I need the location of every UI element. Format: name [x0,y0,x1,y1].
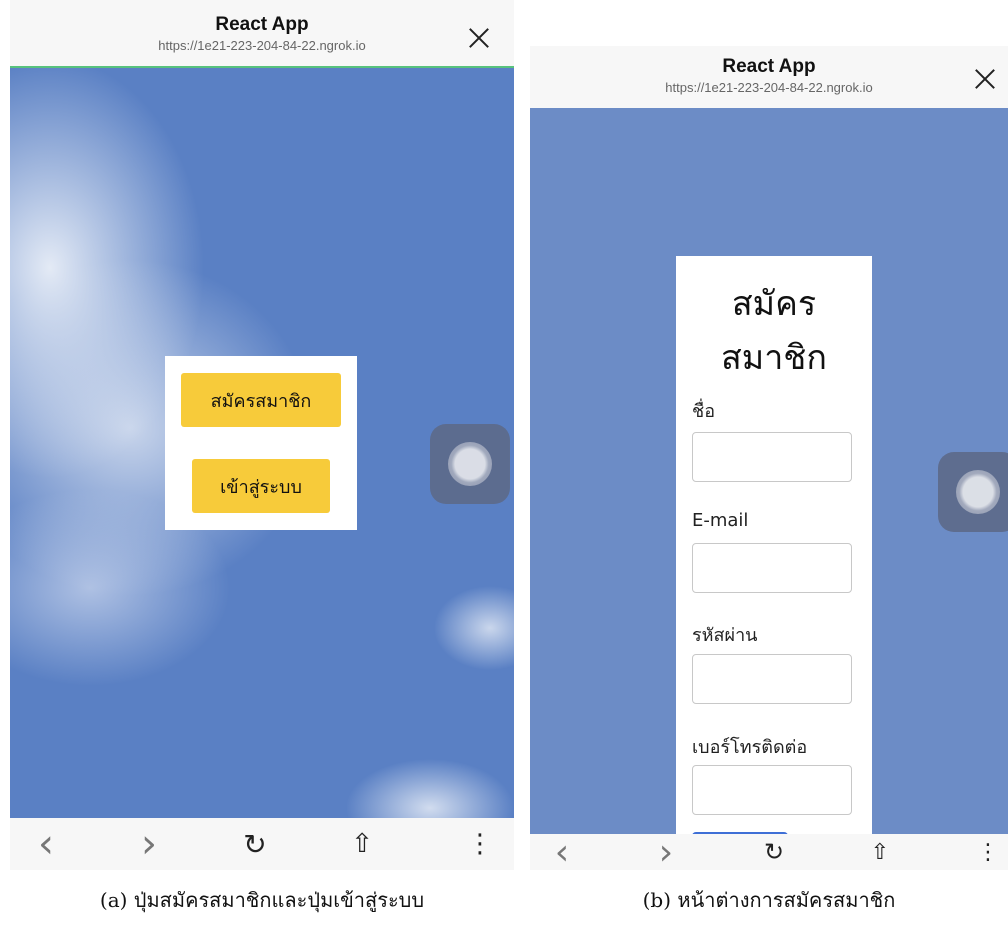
email-label: E-mail [692,510,749,531]
reload-button[interactable]: ↻ [754,834,794,870]
screenshot-a: React App https://1e21-223-204-84-22.ngr… [10,0,514,870]
back-icon: ‹ [38,821,54,867]
more-button[interactable]: ⋮ [968,834,1008,870]
share-button[interactable]: ⇧ [342,818,382,870]
assistive-touch-icon[interactable] [938,452,1008,532]
login-button[interactable]: เข้าสู่ระบบ [192,459,330,513]
close-icon[interactable] [974,68,996,90]
more-icon: ⋮ [977,839,999,865]
share-icon: ⇧ [351,829,373,859]
form-title-line1: สมัคร [731,284,817,324]
email-input[interactable] [692,543,852,593]
password-input[interactable] [692,654,852,704]
reload-icon: ↻ [243,827,267,861]
forward-icon: › [658,831,674,873]
back-icon: ‹ [554,831,570,873]
reload-button[interactable]: ↻ [235,818,275,870]
phone-label: เบอร์โทรติดต่อ [692,737,808,758]
page-url: https://1e21-223-204-84-22.ngrok.io [158,38,366,53]
caption-a: (a) ปุ่มสมัครสมาชิกและปุ่มเข้าสู่ระบบ [99,888,425,912]
close-icon[interactable] [468,27,490,49]
forward-button[interactable]: › [646,831,686,873]
phone-input[interactable] [692,765,852,815]
browser-toolbar: ‹ › ↻ ⇧ ⋮ [530,831,1008,873]
more-icon: ⋮ [467,829,493,859]
page-viewport: สมัคร สมาชิก ชื่อ E-mail รหัสผ่าน เบอร์โ… [530,108,1008,834]
browser-toolbar: ‹ › ↻ ⇧ ⋮ [10,818,514,870]
share-button[interactable]: ⇧ [860,834,900,870]
reload-icon: ↻ [763,838,785,866]
app-title: React App [722,56,816,77]
forward-button[interactable]: › [129,818,169,870]
register-form: สมัคร สมาชิก ชื่อ E-mail รหัสผ่าน เบอร์โ… [676,256,872,834]
share-icon: ⇧ [870,839,890,865]
name-input[interactable] [692,432,852,482]
back-button[interactable]: ‹ [542,831,582,873]
assistive-touch-icon[interactable] [430,424,510,504]
forward-icon: › [141,821,157,867]
password-label: รหัสผ่าน [692,625,758,646]
screenshot-b: React App https://1e21-223-204-84-22.ngr… [530,46,1008,873]
more-button[interactable]: ⋮ [460,818,500,870]
browser-header: React App https://1e21-223-204-84-22.ngr… [530,46,1008,108]
form-title-line2: สมาชิก [721,338,827,378]
caption-b: (b) หน้าต่างการสมัครสมาชิก [642,888,896,912]
menu-box: สมัครสมาชิก เข้าสู่ระบบ [165,356,357,530]
back-button[interactable]: ‹ [26,818,66,870]
app-title: React App [215,14,309,35]
browser-header: React App https://1e21-223-204-84-22.ngr… [10,0,514,68]
name-label: ชื่อ [692,401,716,422]
page-url: https://1e21-223-204-84-22.ngrok.io [665,80,873,95]
register-button[interactable]: สมัครสมาชิก [181,373,341,427]
